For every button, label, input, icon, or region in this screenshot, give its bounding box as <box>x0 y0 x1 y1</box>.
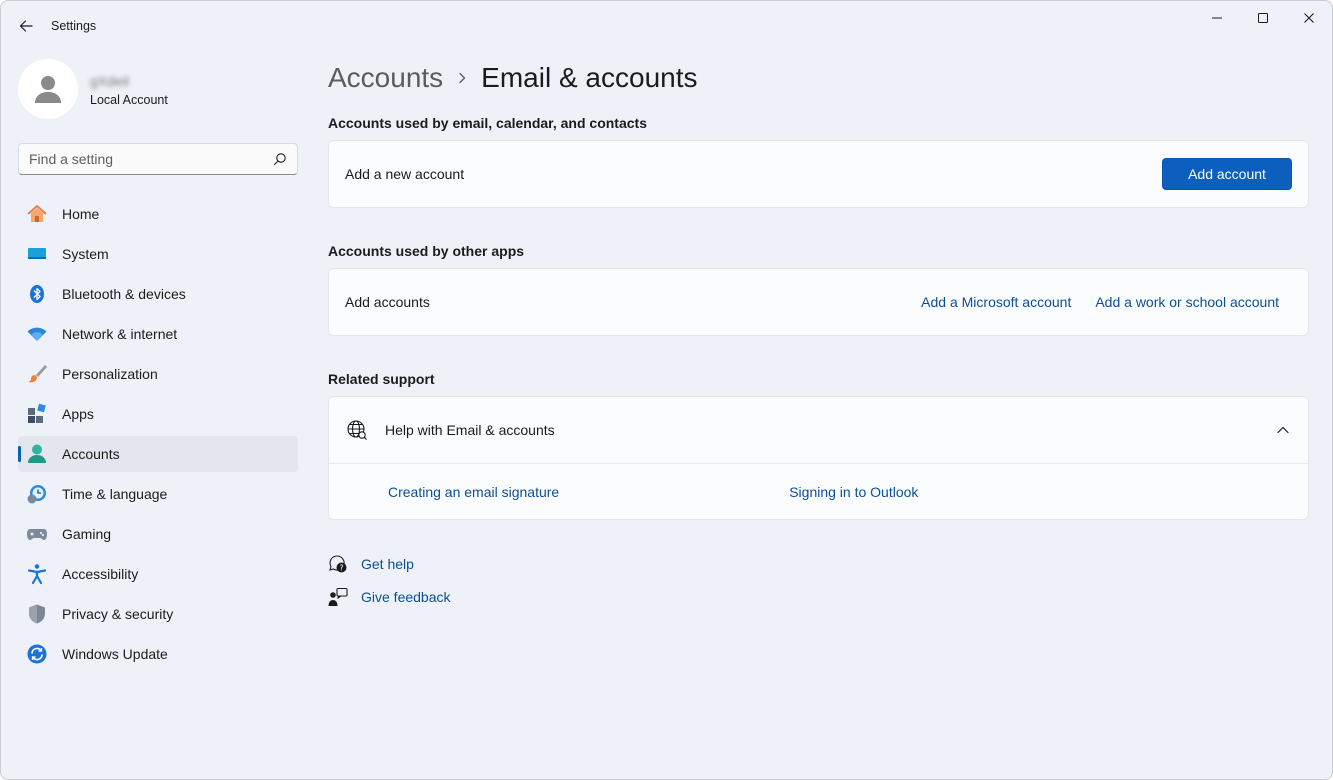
email-signature-link[interactable]: Creating an email signature <box>388 484 559 500</box>
sidebar-item-network[interactable]: Network & internet <box>18 316 298 352</box>
sidebar-item-accessibility[interactable]: Accessibility <box>18 556 298 592</box>
sidebar-item-privacy[interactable]: Privacy & security <box>18 596 298 632</box>
breadcrumb-parent[interactable]: Accounts <box>328 62 443 94</box>
give-feedback-link[interactable]: Give feedback <box>361 589 451 605</box>
sidebar-item-label: Gaming <box>62 526 112 542</box>
add-new-account-label: Add a new account <box>345 166 465 182</box>
sidebar-item-gaming[interactable]: Gaming <box>18 516 298 552</box>
profile-name: gXdeil <box>90 72 129 89</box>
related-support-card: Help with Email & accounts Creating an e… <box>328 396 1309 520</box>
section-title-related-support: Related support <box>328 371 435 387</box>
sidebar-item-label: Home <box>62 206 100 222</box>
shield-icon <box>26 603 48 625</box>
sidebar-item-system[interactable]: System <box>18 236 298 272</box>
sidebar-item-time-language[interactable]: Time & language <box>18 476 298 512</box>
sidebar-item-bluetooth[interactable]: Bluetooth & devices <box>18 276 298 312</box>
sidebar-item-label: Accessibility <box>62 566 139 582</box>
profile-account-type: Local Account <box>90 92 168 107</box>
section-title-other-apps: Accounts used by other apps <box>328 243 525 259</box>
clock-globe-icon <box>26 483 48 505</box>
add-accounts-label: Add accounts <box>345 294 430 310</box>
add-account-button[interactable]: Add account <box>1162 158 1292 190</box>
sidebar-item-accounts[interactable]: Accounts <box>18 436 298 472</box>
maximize-icon <box>1258 13 1268 23</box>
search-icon[interactable] <box>273 152 287 166</box>
get-help-link[interactable]: Get help <box>361 556 414 572</box>
sidebar-item-home[interactable]: Home <box>18 196 298 232</box>
search-input[interactable] <box>29 151 273 167</box>
sidebar-item-label: Apps <box>62 406 94 422</box>
close-icon <box>1304 13 1314 23</box>
help-chat-icon: ? <box>329 555 347 573</box>
sidebar-nav: Home System Bluetooth & devices Network … <box>18 196 298 676</box>
page-title: Email & accounts <box>481 62 698 93</box>
minimize-icon <box>1212 17 1222 19</box>
person-avatar-icon <box>35 76 61 103</box>
bluetooth-icon <box>26 283 48 305</box>
feedback-icon <box>328 587 348 606</box>
add-microsoft-account-link[interactable]: Add a Microsoft account <box>921 294 1071 310</box>
svg-text:?: ? <box>339 564 343 573</box>
title-bar: Settings <box>1 1 1332 49</box>
sidebar-item-label: Time & language <box>62 486 168 502</box>
minimize-button[interactable] <box>1194 1 1240 35</box>
app-title: Settings <box>51 19 97 33</box>
home-icon <box>26 203 48 225</box>
sidebar-item-personalization[interactable]: Personalization <box>18 356 298 392</box>
window-controls <box>1194 1 1332 35</box>
sidebar-item-label: Privacy & security <box>62 606 174 622</box>
sidebar-item-windows-update[interactable]: Windows Update <box>18 636 298 672</box>
other-apps-card: Add accounts Add a Microsoft account Add… <box>328 268 1309 336</box>
system-icon <box>26 243 48 265</box>
get-help-row[interactable]: ? Get help <box>328 553 451 575</box>
avatar <box>18 59 78 119</box>
back-button[interactable] <box>11 11 41 41</box>
section-title-email: Accounts used by email, calendar, and co… <box>328 115 647 131</box>
sidebar-item-apps[interactable]: Apps <box>18 396 298 432</box>
help-expander-content: Creating an email signature Signing in t… <box>329 464 1308 519</box>
update-icon <box>26 643 48 665</box>
sidebar-item-label: Network & internet <box>62 326 178 342</box>
person-icon <box>26 443 48 465</box>
sidebar-item-label: System <box>62 246 109 262</box>
arrow-left-icon <box>19 20 33 32</box>
sidebar-item-label: Personalization <box>62 366 158 382</box>
chevron-right-icon <box>457 72 467 84</box>
footer-links: ? Get help Give feedback <box>328 553 451 619</box>
email-accounts-card: Add a new account Add account <box>328 140 1309 208</box>
sidebar-item-label: Windows Update <box>62 646 168 662</box>
search-box[interactable] <box>18 143 298 175</box>
brush-icon <box>26 363 48 385</box>
chevron-up-icon[interactable] <box>1276 425 1290 435</box>
maximize-button[interactable] <box>1240 1 1286 35</box>
globe-icon <box>347 420 367 440</box>
add-work-school-account-link[interactable]: Add a work or school account <box>1095 294 1279 310</box>
user-profile[interactable]: gXdeil Local Account <box>18 59 168 119</box>
gamepad-icon <box>26 523 48 545</box>
help-expander-label: Help with Email & accounts <box>385 422 555 438</box>
help-expander-header[interactable]: Help with Email & accounts <box>329 397 1308 464</box>
accessibility-icon <box>26 563 48 585</box>
settings-window: Settings gXdeil Local Account Find a set… <box>0 0 1333 780</box>
apps-icon <box>26 403 48 425</box>
breadcrumb: Accounts Email & accounts <box>328 61 698 95</box>
give-feedback-row[interactable]: Give feedback <box>328 586 451 608</box>
signing-in-outlook-link[interactable]: Signing in to Outlook <box>789 484 918 500</box>
close-button[interactable] <box>1286 1 1332 35</box>
sidebar-item-label: Bluetooth & devices <box>62 286 186 302</box>
sidebar-item-label: Accounts <box>62 446 120 462</box>
wifi-icon <box>26 323 48 345</box>
